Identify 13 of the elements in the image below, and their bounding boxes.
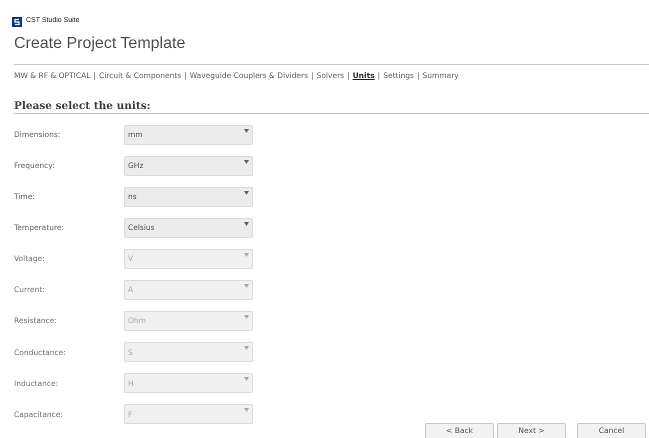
caret-icon — [244, 377, 249, 382]
caret-icon — [244, 284, 249, 288]
section-heading: Please select the units: — [14, 100, 152, 113]
caret-icon — [244, 128, 249, 133]
app-logo-icon — [12, 16, 22, 26]
caret-icon — [244, 160, 249, 164]
page-title: Create Project Template — [14, 34, 186, 54]
caret-icon — [244, 190, 249, 195]
caret-icon — [244, 346, 249, 350]
caret-icon — [244, 222, 249, 226]
caret-icon — [244, 315, 249, 320]
caret-icon — [244, 408, 249, 412]
caret-icon — [244, 252, 249, 257]
